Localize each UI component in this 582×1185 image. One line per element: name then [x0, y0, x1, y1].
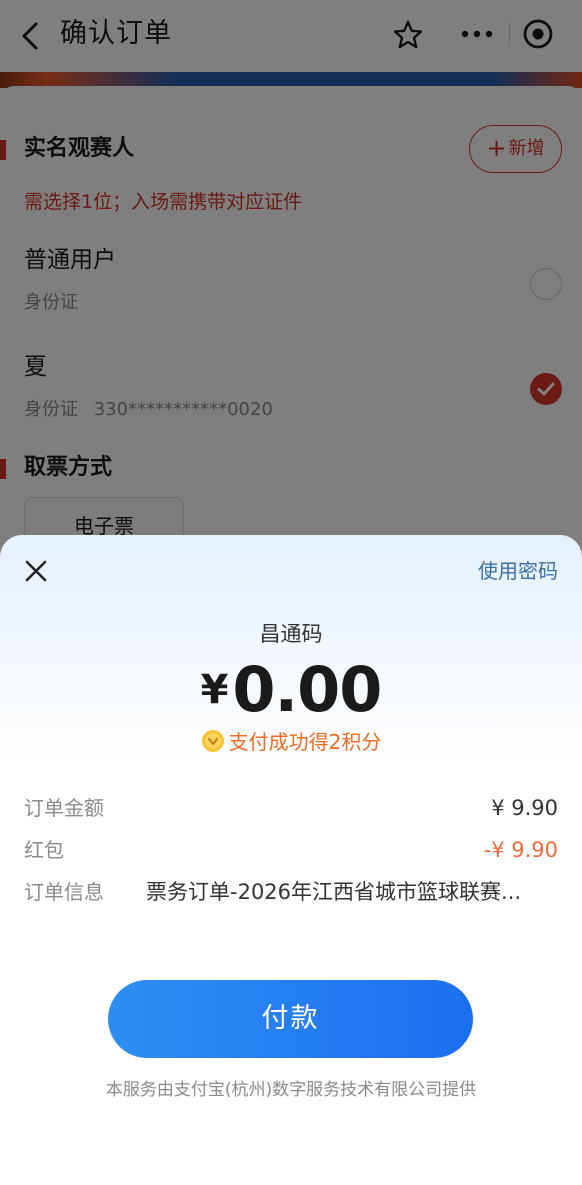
payment-amount: ¥0.00 [0, 653, 582, 727]
red-packet-row[interactable]: 红包 -¥ 9.90 [24, 834, 558, 866]
pay-button[interactable]: 付款 [108, 980, 473, 1058]
amount-value: 0.00 [232, 653, 382, 726]
order-info-value: 票务订单-2026年江西省城市篮球联赛... [146, 880, 522, 904]
order-amount-row: 订单金额 ¥ 9.90 [24, 792, 558, 824]
payment-sheet: 使用密码 昌通码 ¥0.00 支付成功得2积分 订单金额 ¥ 9.90 红包 -… [0, 535, 582, 1185]
merchant-name: 昌通码 [259, 622, 323, 646]
currency-symbol: ¥ [200, 667, 229, 713]
red-packet-value: -¥ 9.90 [483, 838, 558, 862]
reward-info: 支付成功得2积分 [0, 728, 582, 756]
order-amount-label: 订单金额 [24, 796, 104, 820]
red-packet-label: 红包 [24, 838, 64, 862]
order-info-row: 订单信息 票务订单-2026年江西省城市篮球联赛... [24, 876, 558, 908]
service-provider-note: 本服务由支付宝(杭州)数字服务技术有限公司提供 [105, 1080, 477, 1100]
reward-text: 支付成功得2积分 [228, 730, 382, 754]
use-password-link[interactable]: 使用密码 [478, 557, 558, 585]
order-info-label: 订单信息 [24, 880, 104, 904]
coin-icon [201, 730, 224, 752]
close-icon[interactable] [22, 557, 50, 585]
order-amount-value: ¥ 9.90 [491, 796, 558, 820]
